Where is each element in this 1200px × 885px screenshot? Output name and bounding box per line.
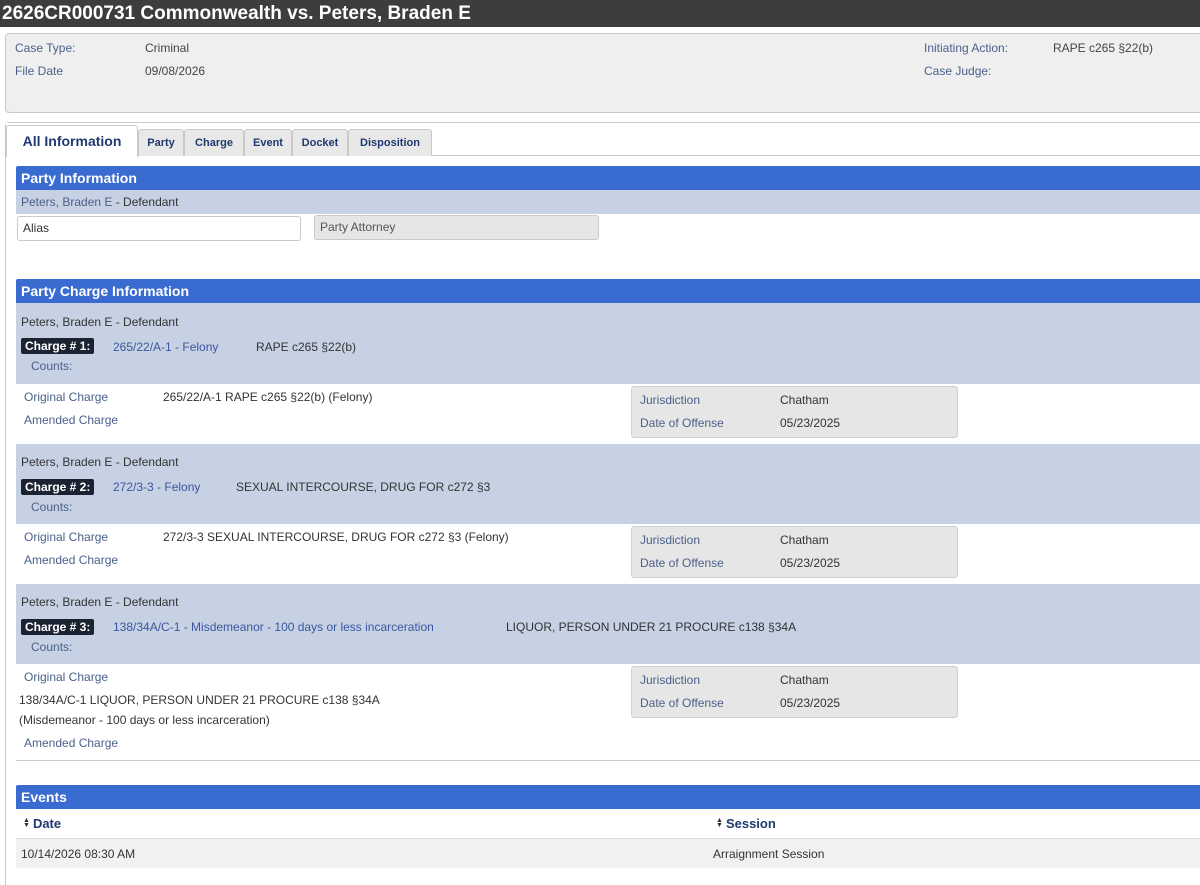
charge-3-offense-date-value: 05/23/2025 [780, 696, 841, 710]
alias-field: Alias [17, 216, 301, 241]
charge-1-description: RAPE c265 §22(b) [256, 340, 357, 354]
charge-3-badge: Charge # 3: [21, 619, 95, 635]
tab-all-information[interactable]: All Information [6, 125, 138, 157]
charge-2-offense-date-label: Date of Offense [640, 556, 724, 570]
charge-2-counts-label: Counts: [31, 500, 73, 514]
tab-charge[interactable]: Charge [184, 129, 244, 156]
tab-event[interactable]: Event [244, 129, 292, 156]
charge-3-offense-date-label: Date of Offense [640, 696, 724, 710]
party-name[interactable]: Peters, Braden E [21, 195, 112, 209]
tab-strip: All Information Party Charge Event Docke… [6, 123, 1200, 157]
session-column-label: Session [725, 816, 776, 831]
file-date-label: File Date [15, 64, 64, 78]
tab-disposition[interactable]: Disposition [348, 129, 432, 156]
charge-1-counts-label: Counts: [31, 359, 73, 373]
initiating-action-label: Initiating Action: [924, 41, 1009, 55]
case-type-label: Case Type: [15, 41, 76, 55]
charge-1-offense-date-value: 05/23/2025 [780, 416, 841, 430]
party-attorney-field: Party Attorney [314, 215, 599, 240]
charge-3-original-label: Original Charge [24, 670, 109, 684]
case-type-value: Criminal [145, 41, 190, 55]
party-role: - Defendant [112, 195, 179, 209]
date-column-label: Date [32, 816, 62, 831]
initiating-action-value: RAPE c265 §22(b) [1053, 41, 1154, 55]
charge-3-amended-label: Amended Charge [24, 736, 119, 750]
charge-1-code: 265/22/A-1 - Felony [113, 340, 219, 354]
charge-2-jurisdiction-value: Chatham [780, 533, 829, 547]
charge-3-party: Peters, Braden E - Defendant [21, 595, 179, 609]
charge-1-jurisdiction-value: Chatham [780, 393, 829, 407]
charge-2-party: Peters, Braden E - Defendant [21, 455, 179, 469]
tab-docket[interactable]: Docket [292, 129, 348, 156]
event-date: 10/14/2026 08:30 AM [21, 847, 136, 861]
events-heading: Events [16, 785, 1200, 809]
charge-2-badge: Charge # 2: [21, 479, 95, 495]
charge-1-badge: Charge # 1: [21, 338, 95, 354]
charge-2-jurisdiction-label: Jurisdiction [640, 533, 701, 547]
tab-party[interactable]: Party [138, 129, 184, 156]
charge-1-jurisdiction-label: Jurisdiction [640, 393, 701, 407]
party-row [16, 190, 1200, 214]
charge-3-jurisdiction-label: Jurisdiction [640, 673, 701, 687]
date-column-header[interactable]: ▲ ▼ Date [23, 816, 61, 831]
charge-2-amended-label: Amended Charge [24, 553, 119, 567]
charge-3-counts-label: Counts: [31, 640, 73, 654]
session-column-header[interactable]: ▲ ▼ Session [716, 816, 776, 831]
charge-1-offense-date-label: Date of Offense [640, 416, 724, 430]
table-row[interactable]: 10/14/2026 08:30 AM Arraignment Session [16, 838, 1200, 868]
charge-3-original-value-line1: 138/34A/C-1 LIQUOR, PERSON UNDER 21 PROC… [19, 693, 380, 707]
charge-1-original-value: 265/22/A-1 RAPE c265 §22(b) (Felony) [163, 390, 373, 404]
charge-2-original-value: 272/3-3 SEXUAL INTERCOURSE, DRUG FOR c27… [163, 530, 509, 544]
charge-1-party: Peters, Braden E - Defendant [21, 315, 179, 329]
file-date-value: 09/08/2026 [145, 64, 206, 78]
charge-2-code: 272/3-3 - Felony [113, 480, 201, 494]
charge-3-description: LIQUOR, PERSON UNDER 21 PROCURE c138 §34… [506, 620, 797, 634]
case-summary-panel: Case Type: Criminal File Date 09/08/2026… [5, 33, 1200, 113]
charge-1-original-label: Original Charge [24, 390, 109, 404]
party-information-heading: Party Information [16, 166, 1200, 190]
charge-3-code: 138/34A/C-1 - Misdemeanor - 100 days or … [113, 620, 434, 634]
case-judge-label: Case Judge: [924, 64, 992, 78]
charge-2-offense-date-value: 05/23/2025 [780, 556, 841, 570]
case-title: 2626CR000731 Commonwealth vs. Peters, Br… [0, 0, 1200, 27]
sort-arrows-icon: ▲ ▼ [23, 817, 30, 829]
charge-1-amended-label: Amended Charge [24, 413, 119, 427]
charge-3-original-value-line2: (Misdemeanor - 100 days or less incarcer… [19, 713, 270, 727]
party-charge-information-heading: Party Charge Information [16, 279, 1200, 303]
event-session: Arraignment Session [713, 847, 825, 861]
charge-2-original-label: Original Charge [24, 530, 109, 544]
charge-3-jurisdiction-value: Chatham [780, 673, 829, 687]
charge-2-description: SEXUAL INTERCOURSE, DRUG FOR c272 §3 [236, 480, 491, 494]
sort-arrows-icon: ▲ ▼ [716, 817, 723, 829]
party-name-row: Peters, Braden E - Defendant [21, 195, 178, 209]
